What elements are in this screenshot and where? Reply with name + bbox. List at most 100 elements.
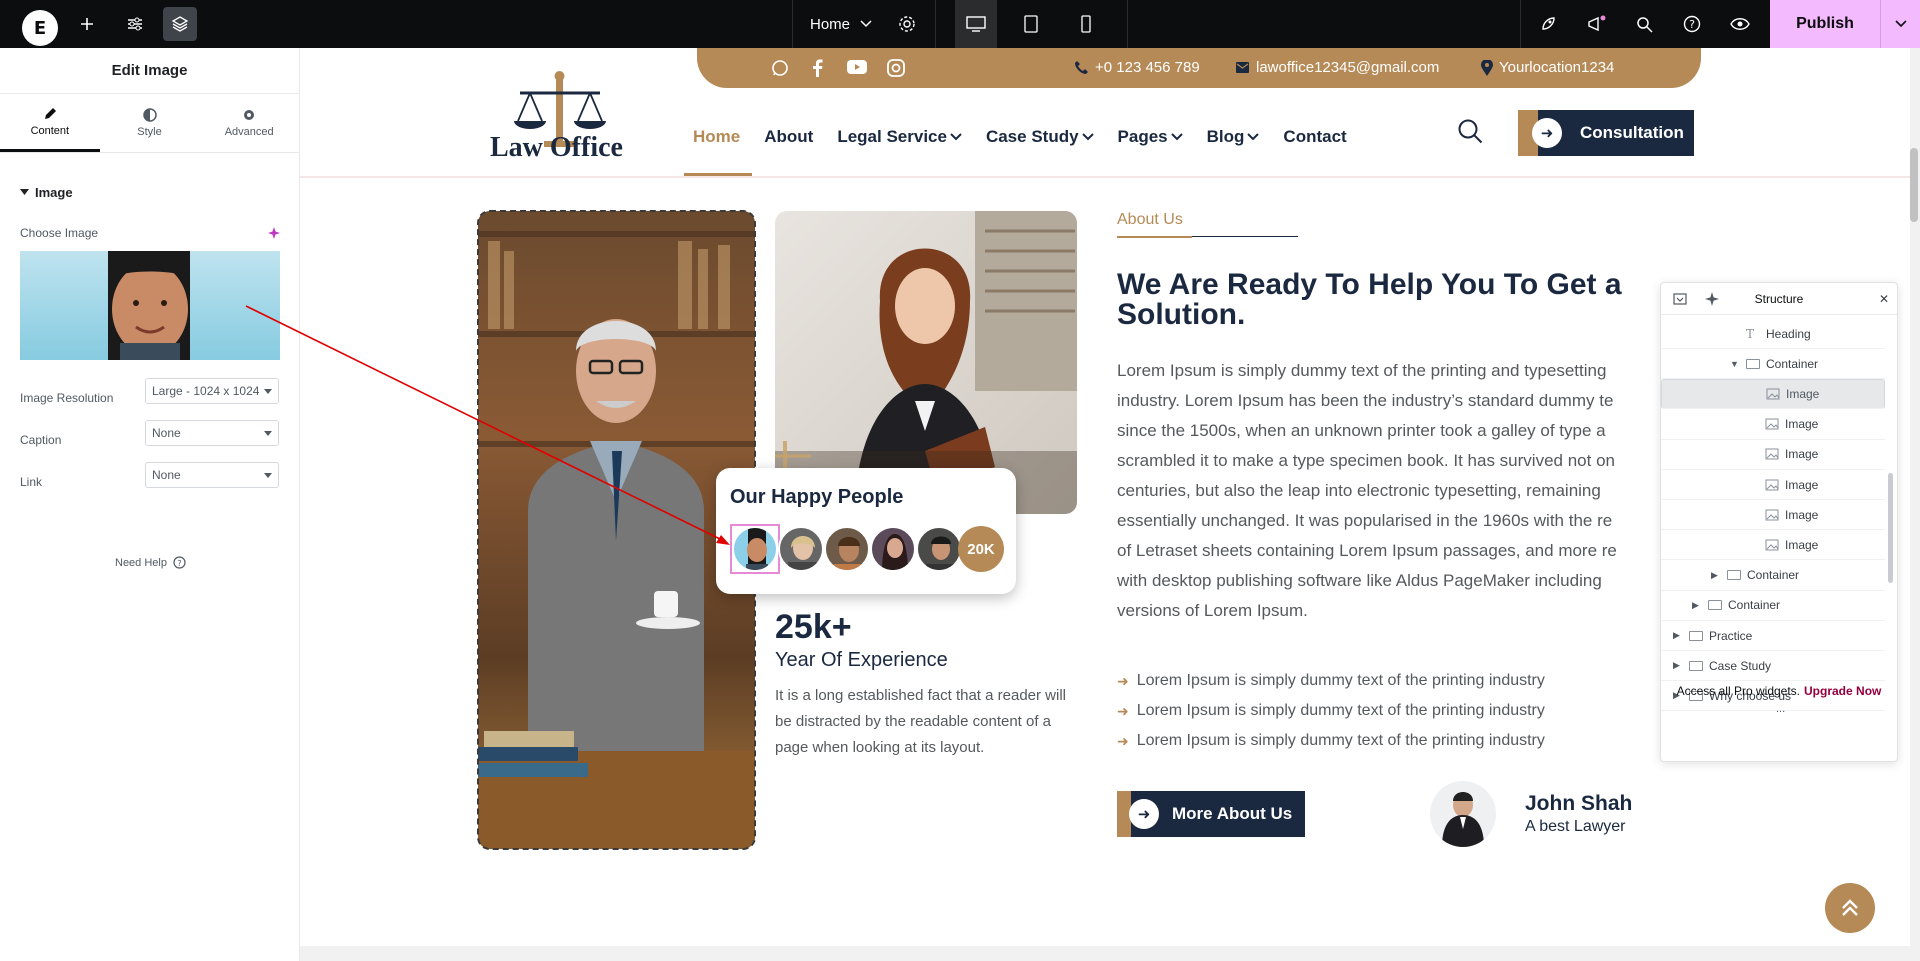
container-icon xyxy=(1689,630,1703,641)
happy-people-title: Our Happy People xyxy=(730,486,904,508)
desktop-view-button[interactable] xyxy=(955,0,997,48)
close-icon[interactable]: ✕ xyxy=(1879,292,1889,306)
john-shah-avatar[interactable] xyxy=(1430,781,1496,847)
publish-button[interactable]: Publish xyxy=(1770,0,1880,48)
structure-row-label: Heading xyxy=(1766,326,1811,341)
mobile-view-button[interactable] xyxy=(1065,0,1107,48)
container-icon xyxy=(1708,600,1722,611)
site-settings-button[interactable] xyxy=(120,0,150,48)
link-select[interactable]: None xyxy=(145,462,279,488)
structure-row[interactable]: Image xyxy=(1661,470,1885,500)
nav-label: Legal Service xyxy=(837,127,947,146)
structure-row-label: Image xyxy=(1786,387,1820,402)
bullet-text: Lorem Ipsum is simply dummy text of the … xyxy=(1136,732,1545,749)
instagram-icon[interactable] xyxy=(887,59,905,77)
structure-row[interactable]: Image xyxy=(1661,500,1885,531)
contact-email[interactable]: lawoffice12345@gmail.com xyxy=(1235,59,1439,76)
nav-pages[interactable]: Pages xyxy=(1118,122,1183,152)
page-selector[interactable]: Home xyxy=(810,0,872,48)
nav-contact[interactable]: Contact xyxy=(1283,122,1346,152)
contact-phone[interactable]: +0 123 456 789 xyxy=(1074,59,1200,76)
page-name: Home xyxy=(810,15,851,33)
structure-row[interactable]: ▶ Practice xyxy=(1661,621,1885,651)
nav-blog[interactable]: Blog xyxy=(1207,122,1260,152)
structure-row-label: Container xyxy=(1747,568,1800,583)
rocket-icon xyxy=(1542,17,1555,30)
ai-sparkle-icon[interactable] xyxy=(268,227,280,239)
happy-person-avatar[interactable] xyxy=(778,526,824,572)
panel-tabs: Content Style Advanced xyxy=(0,94,299,153)
facebook-icon[interactable] xyxy=(811,59,823,77)
happy-person-avatar[interactable] xyxy=(824,526,870,572)
structure-row[interactable]: ▼ Container xyxy=(1661,349,1885,380)
more-about-us-button[interactable]: ➜ More About Us xyxy=(1117,791,1305,837)
site-logo-text[interactable]: Law Office xyxy=(490,132,623,164)
bullet-text: Lorem Ipsum is simply dummy text of the … xyxy=(1136,702,1545,719)
structure-row[interactable]: Image xyxy=(1661,379,1885,410)
finder-button[interactable] xyxy=(1629,0,1659,48)
caret-right-icon[interactable]: ▶ xyxy=(1673,660,1683,671)
resolution-select[interactable]: Large - 1024 x 1024 xyxy=(145,378,279,404)
structure-row[interactable]: Image xyxy=(1661,410,1885,440)
nav-about[interactable]: About xyxy=(764,122,813,152)
happy-person-avatar[interactable] xyxy=(870,526,916,572)
bullet-text: Lorem Ipsum is simply dummy text of the … xyxy=(1136,672,1545,689)
caret-right-icon[interactable]: ▶ xyxy=(1711,570,1721,581)
need-help-link[interactable]: Need Help ? xyxy=(115,556,186,569)
divider xyxy=(935,0,936,48)
elementor-logo-icon[interactable]: E xyxy=(22,10,58,46)
image-icon xyxy=(1766,388,1780,400)
canvas-scrollbar-thumb[interactable] xyxy=(1910,148,1918,222)
add-element-button[interactable] xyxy=(72,0,102,48)
caption-select[interactable]: None xyxy=(145,420,279,446)
tablet-view-button[interactable] xyxy=(1010,0,1052,48)
collapse-all-icon[interactable] xyxy=(1673,293,1687,305)
section-toggle-image[interactable]: Image xyxy=(20,185,73,200)
paragraph-line: essentially unchanged. It was popularise… xyxy=(1117,511,1613,530)
structure-row[interactable]: ▶ Container xyxy=(1661,561,1885,591)
structure-row[interactable]: Image xyxy=(1661,530,1885,561)
image-preview[interactable] xyxy=(20,251,280,360)
tag-underline xyxy=(1192,236,1298,237)
arrow-right-icon: ➜ xyxy=(1117,732,1129,749)
caret-right-icon[interactable]: ▶ xyxy=(1692,600,1702,611)
contact-location[interactable]: Yourlocation1234 xyxy=(1481,59,1614,76)
tab-content[interactable]: Content xyxy=(0,94,100,152)
upgrade-now-link[interactable]: Upgrade Now xyxy=(1804,684,1881,698)
ai-sparkle-icon[interactable] xyxy=(1705,292,1719,306)
publish-options-button[interactable] xyxy=(1880,0,1920,48)
lawyer-portrait-image[interactable] xyxy=(477,210,756,850)
search-icon[interactable] xyxy=(1457,118,1483,144)
structure-scrollbar-thumb[interactable] xyxy=(1888,473,1893,583)
structure-row[interactable]: Image xyxy=(1661,440,1885,470)
back-to-top-button[interactable] xyxy=(1825,883,1875,933)
gear-icon xyxy=(244,110,255,120)
paragraph-line: centuries, but also the leap into electr… xyxy=(1117,481,1601,500)
help-button[interactable]: ? xyxy=(1677,0,1707,48)
paragraph-line: Lorem Ipsum is simply dummy text of the … xyxy=(1117,361,1607,380)
consultation-button[interactable]: ➜ Consultation xyxy=(1518,110,1694,156)
chevron-down-icon xyxy=(950,133,962,141)
launchpad-button[interactable] xyxy=(1533,0,1563,48)
caret-down-icon xyxy=(264,431,272,436)
whatsapp-icon[interactable] xyxy=(771,59,789,77)
nav-legal-service[interactable]: Legal Service xyxy=(837,122,962,152)
tab-advanced[interactable]: Advanced xyxy=(199,94,299,152)
nav-case-study[interactable]: Case Study xyxy=(986,122,1094,152)
caret-right-icon[interactable]: ▶ xyxy=(1673,630,1683,641)
paragraph-line: industry. Lorem Ipsum has been the indus… xyxy=(1117,391,1614,410)
happy-person-avatar[interactable] xyxy=(916,526,962,572)
whats-new-button[interactable] xyxy=(1581,0,1611,48)
choose-image-label: Choose Image xyxy=(20,226,99,240)
page-settings-button[interactable] xyxy=(892,0,922,48)
preview-button[interactable] xyxy=(1725,0,1755,48)
envelope-icon xyxy=(1236,62,1249,73)
caret-down-icon[interactable]: ▼ xyxy=(1730,359,1740,369)
structure-toggle-button[interactable] xyxy=(163,7,197,41)
tab-style[interactable]: Style xyxy=(100,94,200,152)
structure-row[interactable]: ▶ Container xyxy=(1661,591,1885,621)
youtube-icon[interactable] xyxy=(847,59,867,75)
nav-home[interactable]: Home xyxy=(693,122,740,152)
paragraph-line: since the 1500s, when an unknown printer… xyxy=(1117,421,1606,440)
structure-row[interactable]: T Heading xyxy=(1661,319,1885,349)
